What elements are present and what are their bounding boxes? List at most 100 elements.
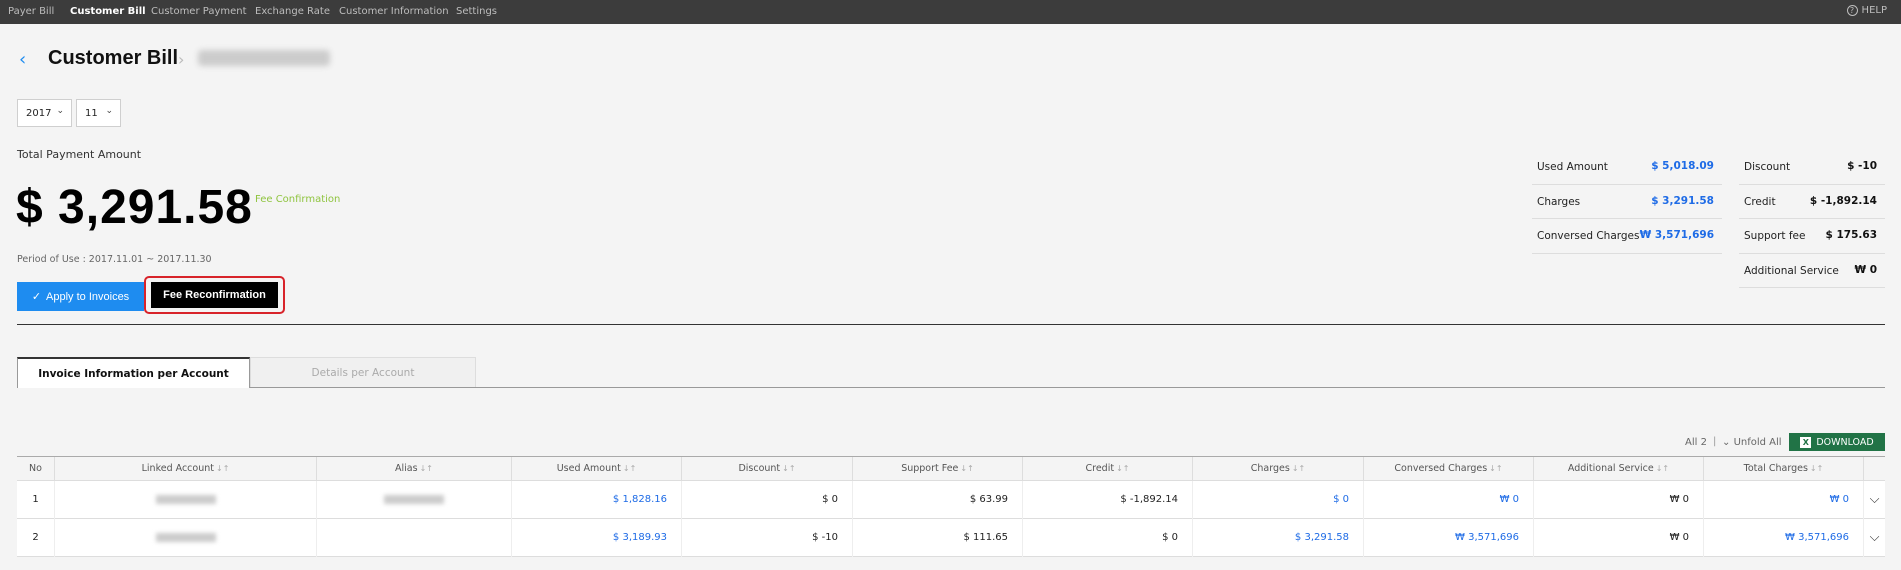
summary-row: Credit $ -1,892.14 xyxy=(1739,185,1885,219)
summary-value: ₩ 0 xyxy=(1854,263,1877,276)
nav-customer-information[interactable]: Customer Information xyxy=(339,6,449,17)
nav-settings[interactable]: Settings xyxy=(456,6,497,17)
redacted-account xyxy=(155,494,216,504)
nav-customer-bill[interactable]: Customer Bill xyxy=(70,6,146,17)
summary-value: $ 5,018.09 xyxy=(1651,160,1714,172)
period-of-use: Period of Use : 2017.11.01 ~ 2017.11.30 xyxy=(17,254,212,265)
summary-right: Discount $ -10 Credit $ -1,892.14 Suppor… xyxy=(1739,150,1885,288)
summary-label: Conversed Charges xyxy=(1537,230,1640,242)
fee-confirmation-status: Fee Confirmation xyxy=(255,194,341,205)
nav-payer-bill[interactable]: Payer Bill xyxy=(8,6,54,17)
cell-additional-service: ₩ 0 xyxy=(1534,481,1704,519)
cell-credit: $ 0 xyxy=(1023,519,1193,557)
cell-support-fee: $ 111.65 xyxy=(853,519,1023,557)
cell-no: 2 xyxy=(17,519,55,557)
cell-linked-account xyxy=(55,481,317,519)
tab-invoice-information[interactable]: Invoice Information per Account xyxy=(17,357,250,388)
question-circle-icon: ? xyxy=(1846,5,1858,16)
nav-exchange-rate[interactable]: Exchange Rate xyxy=(255,6,330,17)
summary-row: Support fee $ 175.63 xyxy=(1739,219,1885,254)
summary-left: Used Amount $ 5,018.09 Charges $ 3,291.5… xyxy=(1532,150,1722,254)
cell-no: 1 xyxy=(17,481,55,519)
summary-label: Credit xyxy=(1744,195,1776,208)
breadcrumb-separator-icon: › xyxy=(178,50,185,69)
table-header: No Linked Account ↓↑ Alias ↓↑ Used Amount ↓… xyxy=(17,457,1885,481)
controls-separator: | xyxy=(1713,436,1717,447)
apply-to-invoices-label: Apply to Invoices xyxy=(46,290,130,303)
cell-used-amount[interactable]: $ 3,189.93 xyxy=(512,519,682,557)
download-label: DOWNLOAD xyxy=(1816,436,1874,448)
total-payment-label: Total Payment Amount xyxy=(17,148,142,161)
check-icon: ✓ xyxy=(31,291,42,303)
invoice-table: No Linked Account ↓↑ Alias ↓↑ Used Amount ↓… xyxy=(17,456,1885,557)
nav-customer-payment[interactable]: Customer Payment xyxy=(151,6,247,17)
year-value: 2017 xyxy=(26,108,52,119)
redacted-alias xyxy=(384,494,444,504)
cell-conversed-charges[interactable]: ₩ 3,571,696 xyxy=(1364,519,1534,557)
summary-value: $ -1,892.14 xyxy=(1809,194,1877,207)
summary-value: ₩ 3,571,696 xyxy=(1639,229,1714,241)
column-header[interactable]: Linked Account ↓↑ xyxy=(55,457,317,481)
summary-row: Discount $ -10 xyxy=(1739,150,1885,185)
summary-value: $ -10 xyxy=(1847,160,1877,172)
total-payment-amount: $ 3,291.58 xyxy=(16,181,253,234)
help-link[interactable]: ? HELP xyxy=(1846,5,1887,16)
column-header[interactable]: Used Amount ↓↑ xyxy=(512,457,682,481)
chevron-down-icon: ⌄ xyxy=(1722,437,1731,448)
table-row[interactable]: 2 $ 3,189.93 $ -10 $ 111.65 $ 0 $ 3,291.… xyxy=(17,519,1885,557)
summary-row: Charges $ 3,291.58 xyxy=(1532,185,1722,219)
summary-label: Support fee xyxy=(1744,230,1806,242)
summary-row: Used Amount $ 5,018.09 xyxy=(1532,150,1722,185)
column-header[interactable]: Alias ↓↑ xyxy=(317,457,512,481)
customer-name-redacted xyxy=(198,50,330,66)
tab-details-per-account[interactable]: Details per Account xyxy=(250,357,476,388)
top-navigation: Payer Bill Customer Bill Customer Paymen… xyxy=(0,0,1901,24)
cell-additional-service: ₩ 0 xyxy=(1534,519,1704,557)
summary-row: Conversed Charges ₩ 3,571,696 xyxy=(1532,219,1722,254)
chevron-left-icon[interactable]: ‹ xyxy=(19,51,39,71)
cell-conversed-charges[interactable]: ₩ 0 xyxy=(1364,481,1534,519)
cell-charges[interactable]: $ 0 xyxy=(1193,481,1364,519)
excel-icon: X xyxy=(1800,436,1812,448)
fee-reconfirmation-button[interactable]: Fee Reconfirmation xyxy=(151,282,278,308)
cell-discount: $ -10 xyxy=(682,519,853,557)
chevron-down-icon[interactable]: ⌵ xyxy=(1864,519,1885,557)
cell-charges[interactable]: $ 3,291.58 xyxy=(1193,519,1364,557)
cell-support-fee: $ 63.99 xyxy=(853,481,1023,519)
fee-reconfirmation-highlight: Fee Reconfirmation xyxy=(144,276,285,314)
summary-row: Additional Service ₩ 0 xyxy=(1739,254,1885,288)
summary-value: $ 175.63 xyxy=(1825,229,1877,241)
summary-label: Charges xyxy=(1537,195,1581,208)
column-header: No xyxy=(17,457,55,481)
month-value: 11 xyxy=(85,108,98,119)
chevron-down-icon: ⌄ xyxy=(105,106,113,116)
unfold-all-toggle[interactable]: ⌄ Unfold All xyxy=(1722,437,1782,448)
month-select[interactable]: 11 ⌄ xyxy=(76,99,121,127)
tab-underline xyxy=(250,387,1885,388)
cell-discount: $ 0 xyxy=(682,481,853,519)
column-header[interactable]: Credit ↓↑ xyxy=(1023,457,1193,481)
column-header[interactable]: Additional Service ↓↑ xyxy=(1534,457,1704,481)
row-count: All 2 xyxy=(1685,437,1707,448)
column-header[interactable]: Support Fee ↓↑ xyxy=(853,457,1023,481)
chevron-down-icon[interactable]: ⌵ xyxy=(1864,481,1885,519)
chevron-down-icon: ⌄ xyxy=(56,106,64,116)
cell-credit: $ -1,892.14 xyxy=(1023,481,1193,519)
cell-total-charges[interactable]: ₩ 0 xyxy=(1704,481,1864,519)
apply-to-invoices-button[interactable]: ✓ Apply to Invoices xyxy=(17,282,144,311)
cell-used-amount[interactable]: $ 1,828.16 xyxy=(512,481,682,519)
table-row[interactable]: 1 $ 1,828.16 $ 0 $ 63.99 $ -1,892.14 $ 0… xyxy=(17,481,1885,519)
column-header[interactable]: Discount ↓↑ xyxy=(682,457,853,481)
cell-total-charges[interactable]: ₩ 3,571,696 xyxy=(1704,519,1864,557)
download-button[interactable]: X DOWNLOAD xyxy=(1789,433,1885,451)
year-select[interactable]: 2017 ⌄ xyxy=(17,99,72,127)
page-title: Customer Bill xyxy=(48,47,179,69)
summary-label: Additional Service xyxy=(1744,264,1839,277)
cell-linked-account xyxy=(55,519,317,557)
column-header[interactable]: Total Charges ↓↑ xyxy=(1704,457,1864,481)
summary-value: $ 3,291.58 xyxy=(1651,194,1714,207)
summary-label: Used Amount xyxy=(1537,161,1608,173)
column-header[interactable]: Conversed Charges ↓↑ xyxy=(1364,457,1534,481)
unfold-all-label: Unfold All xyxy=(1733,437,1782,448)
column-header[interactable]: Charges ↓↑ xyxy=(1193,457,1364,481)
